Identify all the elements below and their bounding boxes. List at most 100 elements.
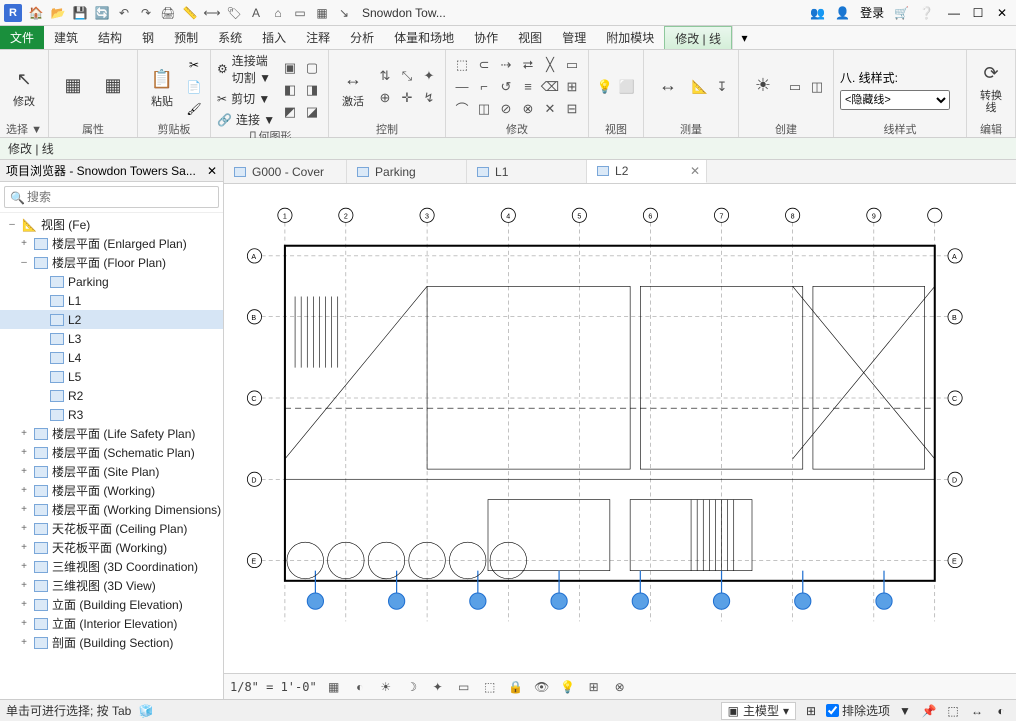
- minimize-button[interactable]: —: [944, 5, 964, 21]
- menu-overflow-icon[interactable]: ▾: [732, 26, 756, 49]
- filter-icon[interactable]: ▼: [896, 702, 914, 720]
- ribbon-line-button[interactable]: 🔗连接 ▼: [217, 111, 276, 128]
- qat-sync-icon[interactable]: 🔄: [94, 5, 110, 21]
- rendering-icon[interactable]: ✦: [429, 678, 447, 696]
- qat-print-icon[interactable]: 🖨: [160, 5, 176, 21]
- menu-注释[interactable]: 注释: [296, 26, 340, 49]
- tree-node[interactable]: +立面 (Interior Elevation): [0, 614, 223, 633]
- ribbon-small-button[interactable]: ◫: [474, 99, 494, 119]
- help-icon[interactable]: ❔: [919, 6, 934, 20]
- qat-save-icon[interactable]: 💾: [72, 5, 88, 21]
- maximize-button[interactable]: ☐: [968, 5, 988, 21]
- ribbon-small-button[interactable]: ⌒: [452, 99, 472, 119]
- search-icon[interactable]: 👥: [810, 6, 825, 20]
- worksharing-icon[interactable]: ⊞: [585, 678, 603, 696]
- tree-node[interactable]: L1: [0, 291, 223, 310]
- tree-node[interactable]: R2: [0, 386, 223, 405]
- ribbon-small-button[interactable]: ◪: [302, 102, 322, 122]
- tree-node[interactable]: +楼层平面 (Life Safety Plan): [0, 424, 223, 443]
- user-icon[interactable]: 👤: [835, 6, 850, 20]
- ribbon-small-button[interactable]: ⊕: [375, 88, 395, 108]
- ribbon-small-button[interactable]: ⌐: [474, 77, 494, 97]
- tree-node[interactable]: +楼层平面 (Working): [0, 481, 223, 500]
- temp-hide-icon[interactable]: 👁: [533, 678, 551, 696]
- ribbon-button[interactable]: 📋粘贴: [144, 64, 180, 110]
- exclude-checkbox[interactable]: 排除选项: [826, 702, 890, 719]
- ribbon-small-button[interactable]: ⮂: [518, 55, 538, 75]
- ribbon-small-button[interactable]: ⊗: [518, 99, 538, 119]
- qat-home-icon[interactable]: 🏠: [28, 5, 44, 21]
- ribbon-small-button[interactable]: ⊘: [496, 99, 516, 119]
- ribbon-small-button[interactable]: ⊂: [474, 55, 494, 75]
- menu-系统[interactable]: 系统: [208, 26, 252, 49]
- lock-icon[interactable]: 🔒: [507, 678, 525, 696]
- qat-3d-icon[interactable]: ⌂: [270, 5, 286, 21]
- tree-node[interactable]: +天花板平面 (Ceiling Plan): [0, 519, 223, 538]
- project-tree[interactable]: –📐视图 (Fe)+楼层平面 (Enlarged Plan)–楼层平面 (Flo…: [0, 213, 223, 699]
- ribbon-small-button[interactable]: ⬚: [452, 55, 472, 75]
- qat-view-icon[interactable]: ▦: [314, 5, 330, 21]
- ribbon-small-button[interactable]: ⬜: [617, 77, 637, 97]
- ribbon-small-button[interactable]: ◨: [302, 80, 322, 100]
- menu-体量和场地[interactable]: 体量和场地: [384, 26, 464, 49]
- tree-node[interactable]: +天花板平面 (Working): [0, 538, 223, 557]
- close-button[interactable]: ✕: [992, 5, 1012, 21]
- ribbon-small-button[interactable]: ◫: [807, 77, 827, 97]
- ribbon-small-button[interactable]: 🖌: [184, 99, 204, 119]
- tree-node[interactable]: L4: [0, 348, 223, 367]
- ribbon-small-button[interactable]: ✂: [184, 55, 204, 75]
- ribbon-small-button[interactable]: ▭: [785, 77, 805, 97]
- reveal-icon[interactable]: 💡: [559, 678, 577, 696]
- menu-分析[interactable]: 分析: [340, 26, 384, 49]
- tree-node[interactable]: L5: [0, 367, 223, 386]
- menu-建筑[interactable]: 建筑: [44, 26, 88, 49]
- detail-level-icon[interactable]: ▦: [325, 678, 343, 696]
- tab-close-icon[interactable]: ✕: [690, 164, 700, 178]
- tree-node[interactable]: R3: [0, 405, 223, 424]
- qat-tag-icon[interactable]: 🏷: [226, 5, 242, 21]
- tree-root[interactable]: –📐视图 (Fe): [0, 215, 223, 234]
- cart-icon[interactable]: 🛒: [894, 6, 909, 20]
- ribbon-small-button[interactable]: ▭: [562, 55, 582, 75]
- ribbon-line-button[interactable]: ⚙连接端切割 ▼: [217, 52, 276, 86]
- tree-node[interactable]: L2: [0, 310, 223, 329]
- highlight-icon[interactable]: ⊗: [611, 678, 629, 696]
- crop-visible-icon[interactable]: ⬚: [481, 678, 499, 696]
- qat-section-icon[interactable]: ▭: [292, 5, 308, 21]
- qat-text-icon[interactable]: A: [248, 5, 264, 21]
- ribbon-button[interactable]: ↔激活: [335, 64, 371, 110]
- tree-node[interactable]: +楼层平面 (Schematic Plan): [0, 443, 223, 462]
- tree-node[interactable]: +楼层平面 (Working Dimensions): [0, 500, 223, 519]
- menu-视图[interactable]: 视图: [508, 26, 552, 49]
- ribbon-line-button[interactable]: ✂剪切 ▼: [217, 90, 276, 107]
- tree-node[interactable]: +楼层平面 (Enlarged Plan): [0, 234, 223, 253]
- menu-协作[interactable]: 协作: [464, 26, 508, 49]
- select-links-icon[interactable]: ⊞: [802, 702, 820, 720]
- ribbon-small-button[interactable]: ◧: [280, 80, 300, 100]
- ribbon-small-button[interactable]: ⇢: [496, 55, 516, 75]
- qat-measure-icon[interactable]: 📏: [182, 5, 198, 21]
- menu-插入[interactable]: 插入: [252, 26, 296, 49]
- ribbon-small-button[interactable]: 📄: [184, 77, 204, 97]
- menu-文件[interactable]: 文件: [0, 26, 44, 49]
- model-selector[interactable]: ▣ 主模型 ▾: [721, 702, 796, 720]
- drawing-canvas[interactable]: 123456789AABBCCDDEE: [224, 184, 1016, 673]
- ribbon-small-button[interactable]: ◩: [280, 102, 300, 122]
- view-tab[interactable]: L1✕: [467, 160, 587, 183]
- ribbon-small-button[interactable]: ⊞: [562, 77, 582, 97]
- select-face-icon[interactable]: ⬚: [944, 702, 962, 720]
- crop-icon[interactable]: ▭: [455, 678, 473, 696]
- shadows-icon[interactable]: ☽: [403, 678, 421, 696]
- ribbon-small-button[interactable]: ✦: [419, 66, 439, 86]
- ribbon-button[interactable]: ↔: [650, 70, 686, 104]
- qat-open-icon[interactable]: 📂: [50, 5, 66, 21]
- ribbon-button[interactable]: ↖修改: [6, 64, 42, 110]
- search-input[interactable]: [4, 186, 219, 208]
- tree-node[interactable]: L3: [0, 329, 223, 348]
- qat-dim-icon[interactable]: ⟷: [204, 5, 220, 21]
- background-icon[interactable]: ◐: [992, 702, 1010, 720]
- project-browser-close-icon[interactable]: ✕: [207, 164, 217, 178]
- select-pinned-icon[interactable]: 📌: [920, 702, 938, 720]
- ribbon-small-button[interactable]: ↺: [496, 77, 516, 97]
- ribbon-small-button[interactable]: ▢: [302, 58, 322, 78]
